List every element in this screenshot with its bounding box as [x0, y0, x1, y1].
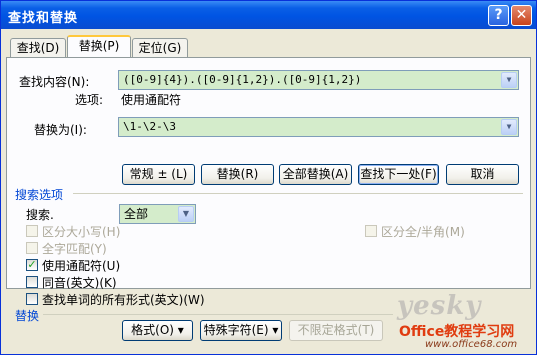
all-word-forms-checkbox[interactable]	[26, 293, 38, 305]
window-title: 查找和替换	[8, 11, 79, 26]
replace-with-combobox[interactable]: \1-\2-\3 ▼	[118, 117, 519, 137]
whole-word-checkbox[interactable]	[26, 242, 38, 254]
search-options-title: 搜索选项	[15, 188, 64, 202]
sounds-like-checkbox[interactable]	[26, 276, 38, 288]
use-wildcards-label: 使用通配符(U)	[42, 259, 121, 273]
match-case-label: 区分大小写(H)	[42, 225, 121, 239]
help-button[interactable]: ?	[488, 5, 509, 26]
tab-find[interactable]: 查找(D)	[10, 38, 66, 58]
title-bar[interactable]: 查找和替换 ? ✕	[1, 1, 536, 29]
replace-with-value: \1-\2-\3	[123, 120, 176, 133]
find-replace-dialog: 查找和替换 ? ✕ 查找(D) 替换(P) 定位(G) 查找内容(N): ([0…	[0, 0, 537, 355]
cancel-button[interactable]: 取消	[446, 164, 519, 185]
options-value: 使用通配符	[121, 93, 182, 107]
sounds-like-label: 同音(英文)(K)	[42, 276, 117, 290]
replace-button[interactable]: 替换(R)	[201, 164, 274, 185]
replace-all-button[interactable]: 全部替换(A)	[279, 164, 352, 185]
tab-replace[interactable]: 替换(P)	[67, 35, 131, 58]
replace-dropdown-arrow-icon[interactable]: ▼	[501, 119, 517, 135]
office-watermark: Office教程学习网	[399, 324, 515, 340]
search-direction-value: 全部	[124, 207, 149, 221]
special-button[interactable]: 特殊字符(E) ▾	[200, 320, 282, 341]
find-what-value: ([0-9]{4}).([0-9]{1,2}).([0-9]{1,2})	[123, 73, 362, 86]
format-button[interactable]: 格式(O) ▾	[122, 320, 193, 341]
find-what-combobox[interactable]: ([0-9]{4}).([0-9]{1,2}).([0-9]{1,2}) ▼	[118, 70, 519, 90]
office-url-watermark: www.office68.com	[425, 339, 518, 350]
all-word-forms-label: 查找单词的所有形式(英文)(W)	[42, 293, 205, 307]
replace-section-divider	[43, 314, 393, 315]
replace-section-title: 替换	[15, 309, 40, 323]
search-direction-label: 搜索.	[26, 208, 54, 222]
replace-label: 替换为(I):	[34, 123, 87, 137]
search-options-divider	[73, 193, 523, 194]
whole-word-label: 全字匹配(Y)	[42, 242, 107, 256]
use-wildcards-checkbox[interactable]: ✓	[26, 259, 38, 271]
find-dropdown-arrow-icon[interactable]: ▼	[501, 72, 517, 88]
yesky-watermark: yesky	[397, 291, 482, 321]
tab-goto[interactable]: 定位(G)	[132, 38, 188, 58]
no-formatting-button[interactable]: 不限定格式(T)	[289, 320, 383, 341]
close-button[interactable]: ✕	[511, 5, 532, 26]
find-label: 查找内容(N):	[19, 75, 90, 89]
search-direction-select[interactable]: 全部 ▼	[119, 204, 196, 224]
less-button[interactable]: 常规 ± (L)	[122, 164, 195, 185]
match-width-checkbox[interactable]	[365, 225, 377, 237]
find-next-button[interactable]: 查找下一处(F)	[358, 164, 439, 185]
search-direction-arrow-icon[interactable]: ▼	[178, 206, 194, 222]
match-width-label: 区分全/半角(M)	[381, 225, 465, 239]
match-case-checkbox[interactable]	[26, 225, 38, 237]
options-label: 选项:	[75, 93, 104, 107]
